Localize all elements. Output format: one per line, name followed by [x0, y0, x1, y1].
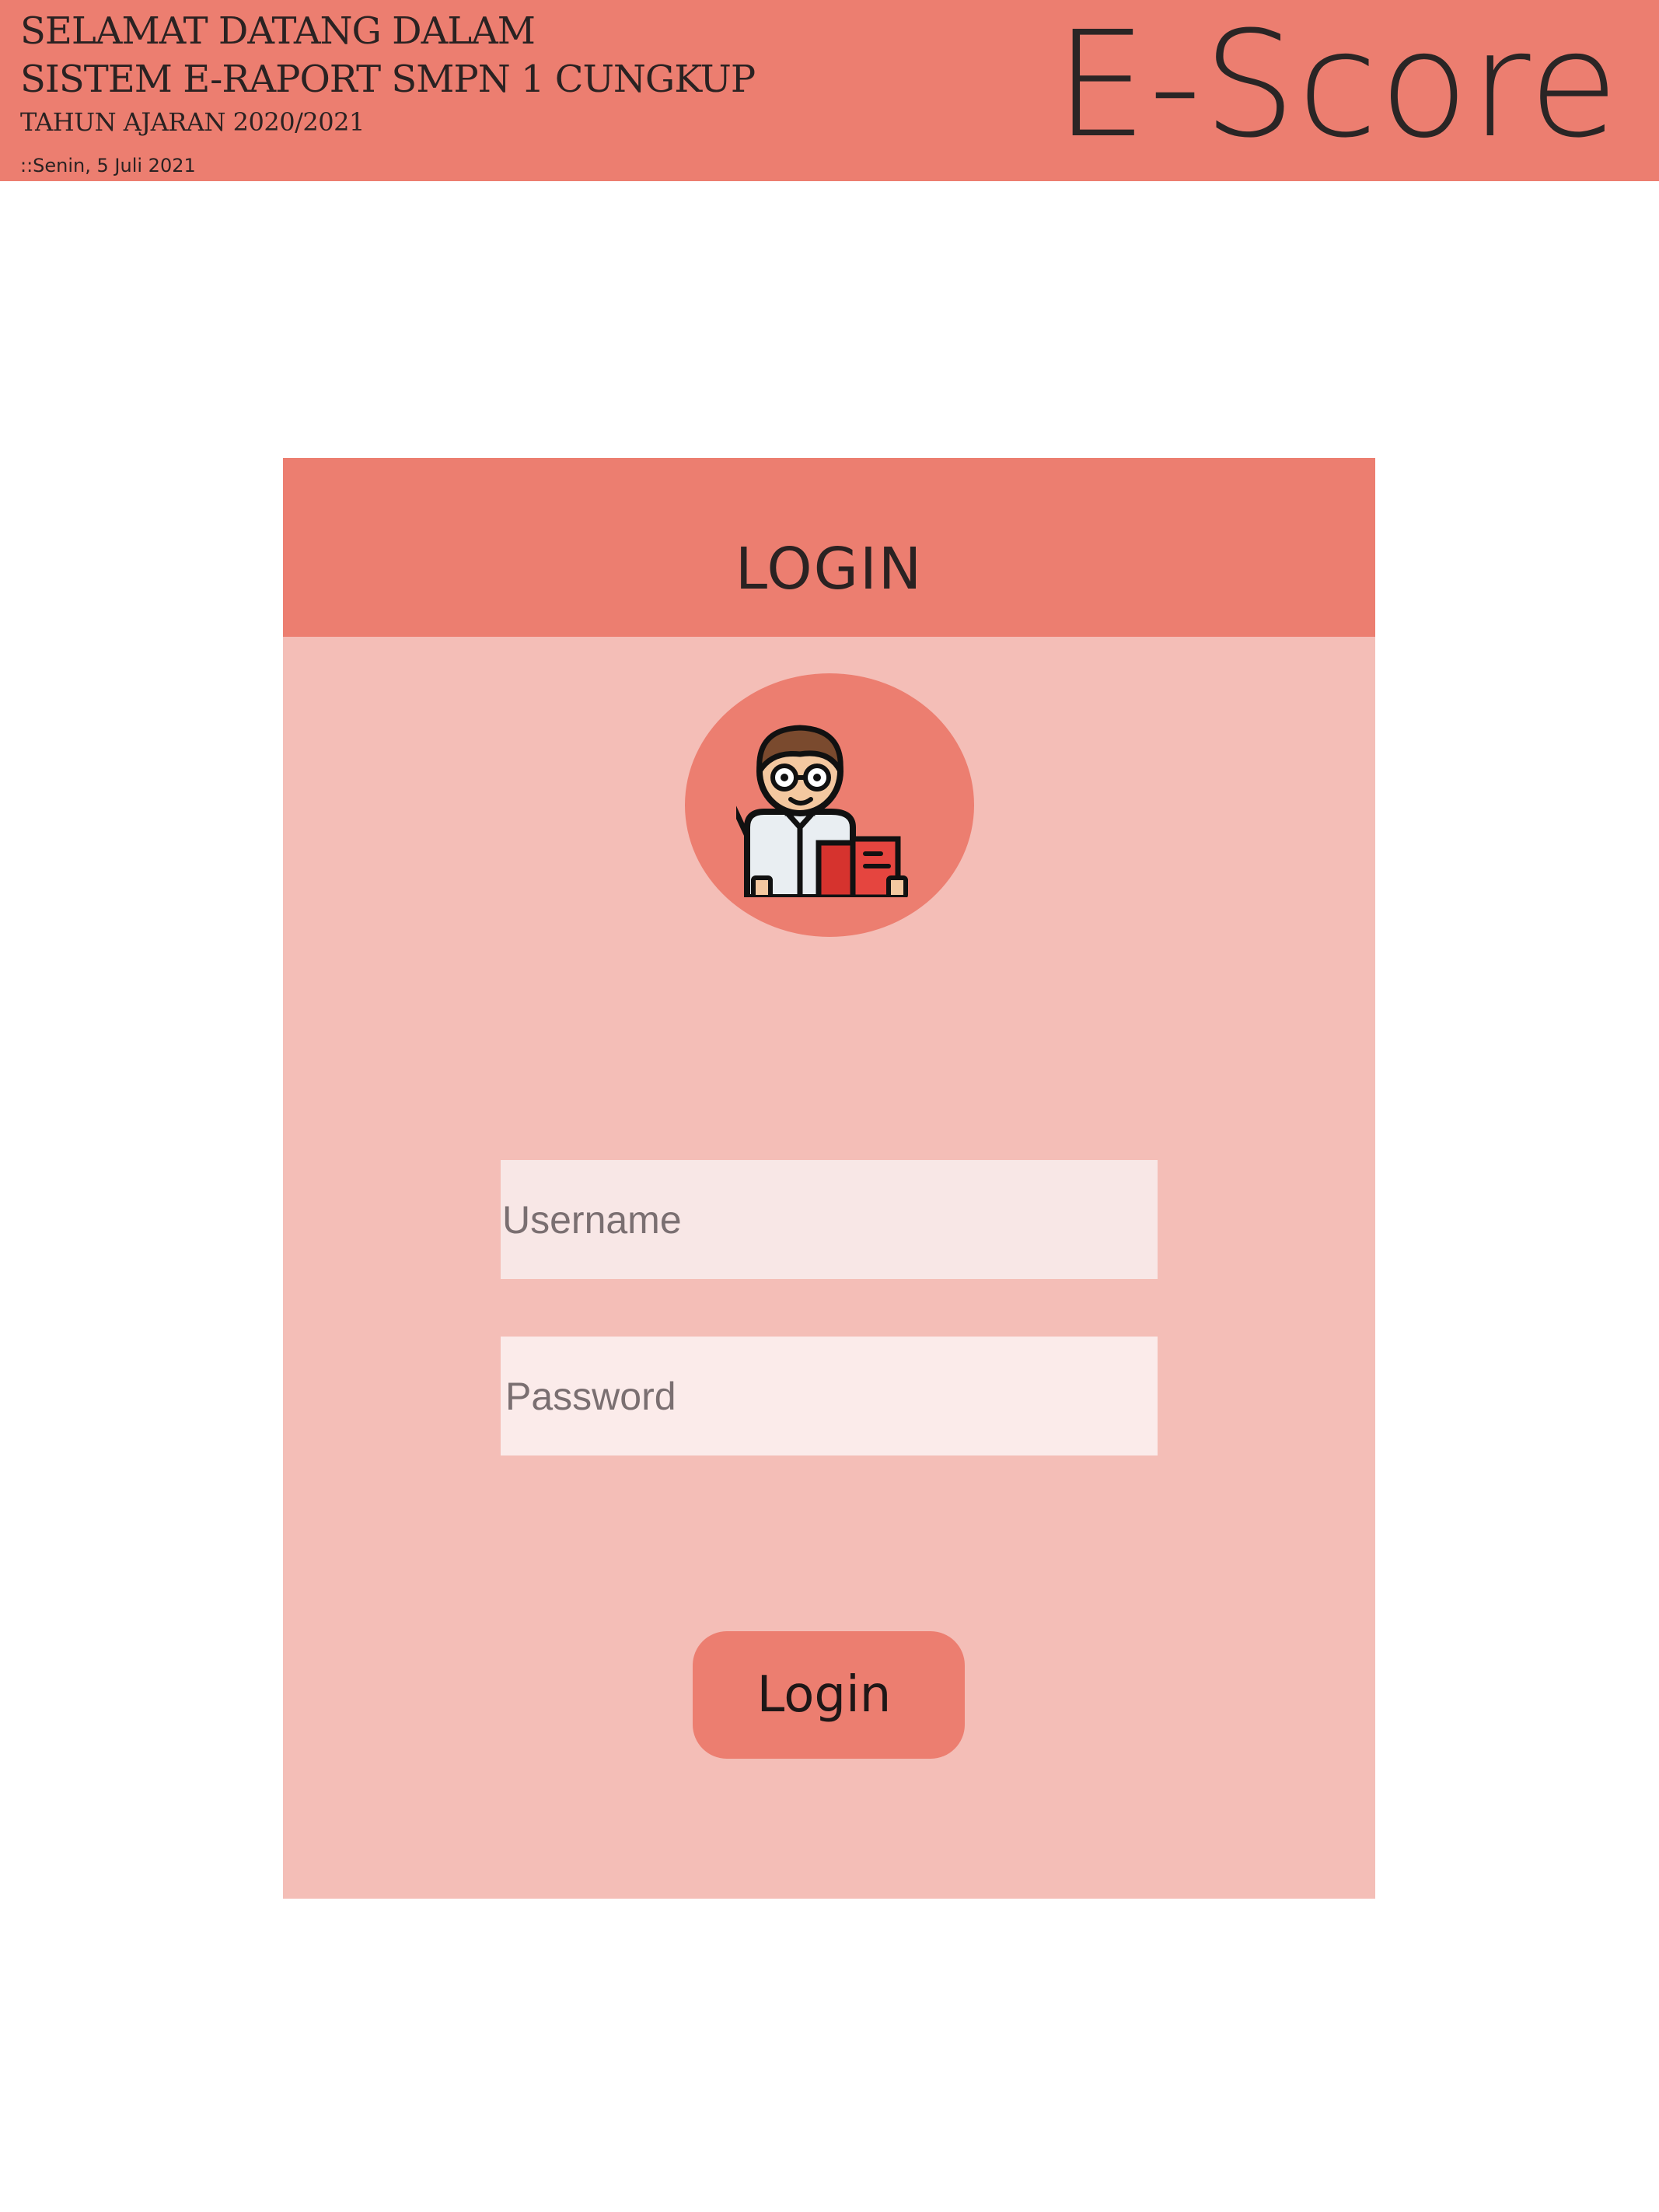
teacher-avatar-icon: [736, 725, 908, 897]
username-input[interactable]: [501, 1160, 1158, 1279]
brand-logo-text: E-Score: [1054, 0, 1620, 170]
password-input[interactable]: [501, 1337, 1158, 1455]
login-card: LOGIN Username Login: [283, 458, 1375, 1899]
login-title: LOGIN: [735, 536, 924, 603]
login-button[interactable]: Login: [693, 1631, 965, 1759]
login-card-header: LOGIN: [283, 458, 1375, 637]
top-header: SELAMAT DATANG DALAM SISTEM E-RAPORT SMP…: [0, 0, 1659, 181]
current-date: ::Senin, 5 Juli 2021: [20, 155, 196, 176]
welcome-title-line2: SISTEM E-RAPORT SMPN 1 CUNGKUP: [20, 58, 756, 101]
avatar: [685, 673, 974, 937]
welcome-title-line1: SELAMAT DATANG DALAM: [20, 9, 536, 53]
academic-year: TAHUN AJARAN 2020/2021: [20, 107, 365, 137]
